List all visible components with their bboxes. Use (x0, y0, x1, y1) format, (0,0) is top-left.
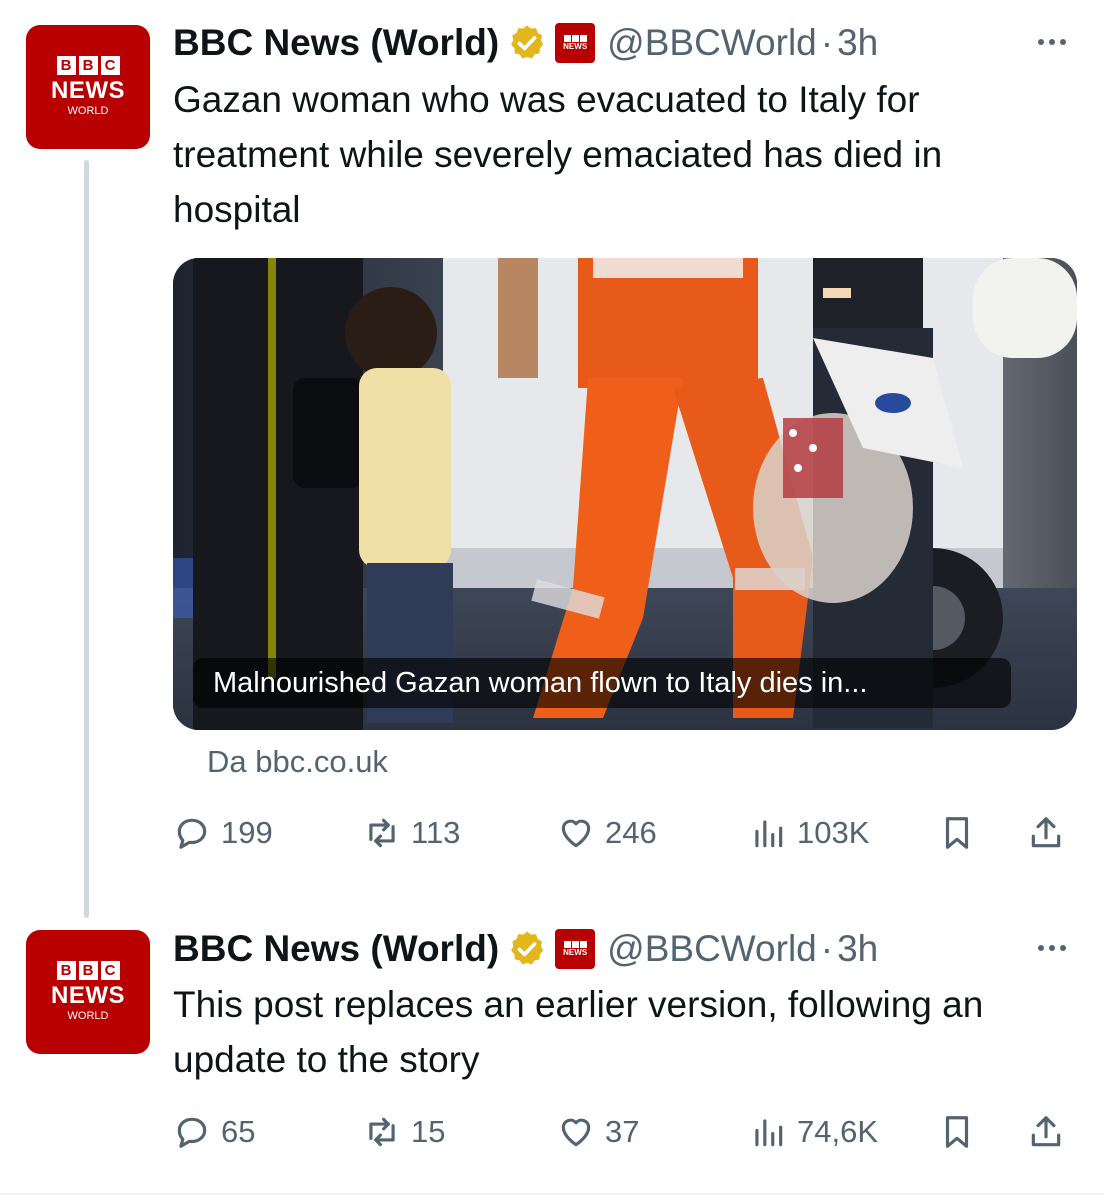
view-count: 74,6K (797, 1114, 879, 1149)
views-button[interactable]: 103K (749, 808, 869, 858)
like-count: 37 (605, 1114, 640, 1149)
separator: · (820, 928, 834, 969)
avatar-world-text: WORLD (67, 1010, 109, 1022)
affiliate-news-text: NEWS (563, 947, 588, 957)
timestamp[interactable]: 3h (837, 22, 878, 64)
view-count: 103K (797, 815, 870, 850)
repost-button[interactable]: 113 (363, 808, 460, 858)
bookmark-icon (945, 817, 969, 849)
action-bar: 65 15 37 74,6K (173, 1107, 1078, 1157)
avatar-news-text: NEWS (51, 982, 125, 1009)
share-button[interactable] (1027, 1107, 1065, 1157)
separator: · (820, 22, 834, 63)
tweet-text: This post replaces an earlier version, f… (173, 984, 984, 1080)
repost-icon (369, 818, 395, 848)
heart-icon (561, 1118, 591, 1147)
reply-button[interactable]: 199 (173, 808, 273, 858)
card-title[interactable]: Malnourished Gazan woman flown to Italy … (193, 658, 1011, 708)
author-name[interactable]: BBC News (World) (173, 928, 499, 970)
reply-icon (177, 818, 207, 849)
repost-count: 15 (411, 1114, 446, 1149)
avatar-news-text: NEWS (51, 77, 125, 104)
bookmark-button[interactable] (938, 808, 976, 858)
tweet-text: Gazan woman who was evacuated to Italy f… (173, 79, 943, 230)
share-icon (1031, 817, 1061, 848)
bbc-logo: B B C (56, 961, 120, 980)
more-options-icon[interactable] (1030, 938, 1074, 958)
like-button[interactable]: 37 (557, 1107, 639, 1157)
avatar[interactable]: B B C NEWS WORLD (26, 930, 150, 1054)
like-count: 246 (605, 815, 657, 850)
tweet-header: BBC News (World) NEWS @BBCWorld · 3h (173, 19, 878, 67)
affiliate-bbc-logo (563, 940, 587, 948)
bbc-logo: B B C (56, 56, 120, 75)
author-name[interactable]: BBC News (World) (173, 22, 499, 64)
share-icon (1031, 1116, 1061, 1147)
divider (0, 1193, 1104, 1195)
reply-count: 65 (221, 1114, 256, 1149)
thread-line (84, 160, 89, 918)
author-handle[interactable]: @BBCWorld (607, 22, 817, 64)
affiliate-news-text: NEWS (563, 41, 588, 51)
heart-icon (561, 819, 591, 848)
repost-count: 113 (411, 815, 461, 850)
affiliate-bbc-logo (563, 34, 587, 42)
reply-button[interactable]: 65 (173, 1107, 255, 1157)
verified-gold-icon[interactable] (507, 929, 547, 969)
bookmark-icon (945, 1116, 969, 1148)
repost-button[interactable]: 15 (363, 1107, 445, 1157)
reply-count: 199 (221, 815, 273, 850)
card-source[interactable]: Da bbc.co.uk (207, 744, 388, 780)
views-icon (755, 820, 783, 848)
verified-gold-icon[interactable] (507, 23, 547, 63)
tweet-1[interactable]: B B C NEWS WORLD BBC News (World) NEWS @… (0, 0, 1104, 920)
action-bar: 199 113 246 103K (173, 808, 1078, 858)
link-card[interactable]: Malnourished Gazan woman flown to Italy … (173, 258, 1077, 730)
share-button[interactable] (1027, 808, 1065, 858)
timestamp[interactable]: 3h (837, 928, 878, 970)
tweet-2[interactable]: B B C NEWS WORLD BBC News (World) NEWS @… (0, 920, 1104, 1194)
views-icon (755, 1119, 783, 1147)
affiliate-badge[interactable]: NEWS (555, 929, 596, 969)
reply-icon (177, 1117, 207, 1148)
more-options-icon[interactable] (1030, 32, 1074, 52)
author-handle[interactable]: @BBCWorld (607, 928, 817, 970)
affiliate-badge[interactable]: NEWS (555, 23, 596, 63)
avatar-world-text: WORLD (67, 105, 109, 117)
avatar[interactable]: B B C NEWS WORLD (26, 25, 150, 149)
repost-icon (369, 1117, 395, 1147)
like-button[interactable]: 246 (557, 808, 657, 858)
bookmark-button[interactable] (938, 1107, 976, 1157)
tweet-header: BBC News (World) NEWS @BBCWorld · 3h (173, 925, 878, 973)
views-button[interactable]: 74,6K (749, 1107, 878, 1157)
